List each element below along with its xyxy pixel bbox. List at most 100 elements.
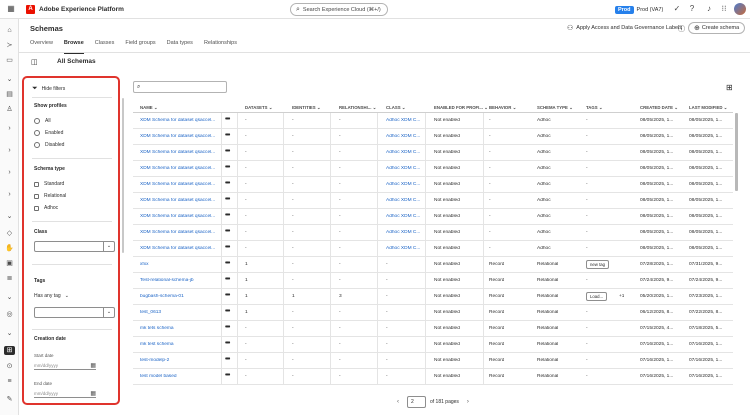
profile-option-disabled[interactable]: Disabled: [34, 142, 64, 148]
more-actions-icon[interactable]: •••: [225, 244, 230, 251]
panel-toggle-icon[interactable]: ◫: [31, 58, 38, 66]
global-search-input[interactable]: ⌕ Search Experience Cloud (⌘+/): [290, 3, 388, 16]
col-name-cell[interactable]: test_0613: [140, 310, 220, 315]
table-row[interactable]: ••• XDM Schema for dataset qsaccel... - - - A…: [133, 177, 733, 193]
apply-governance-labels-button[interactable]: ⚇ Apply Access and Data Governance Label…: [567, 24, 682, 32]
col-class-cell[interactable]: Adhoc XDM C...: [386, 182, 420, 187]
dashboard-icon[interactable]: ▤: [5, 90, 14, 99]
more-actions-icon[interactable]: •••: [225, 340, 230, 347]
database-icon[interactable]: ≡: [5, 377, 14, 386]
col-name-cell[interactable]: XDM Schema for dataset qsaccel...: [140, 118, 220, 123]
chevron-down-icon[interactable]: ⌄: [103, 308, 114, 317]
col-name-cell[interactable]: XDM Schema for dataset qsaccel...: [140, 214, 220, 219]
page-number-input[interactable]: 2: [407, 396, 426, 408]
schema-type-relational[interactable]: Relational: [34, 193, 66, 199]
table-row[interactable]: ••• Test-relational-schema-jb 1 - - - Not enab…: [133, 273, 733, 289]
workflow-icon[interactable]: ≻: [5, 41, 14, 50]
profile-icon[interactable]: ♙: [5, 105, 14, 114]
col-name-cell[interactable]: test-modelp-2: [140, 358, 220, 363]
tab-classes[interactable]: Classes: [95, 40, 115, 50]
more-actions-icon[interactable]: •••: [225, 260, 230, 267]
tags-mode-picker[interactable]: Has any tag ⌄: [34, 293, 69, 299]
home-icon[interactable]: ⌂: [5, 26, 14, 35]
schema-type-adhoc[interactable]: Adhoc: [34, 205, 58, 211]
chevron-right-icon[interactable]: ›: [467, 399, 469, 405]
tab-browse[interactable]: Browse: [63, 40, 84, 54]
col-class-cell[interactable]: Adhoc XDM C...: [386, 134, 420, 139]
col-name-cell[interactable]: Test-relational-schema-jb: [140, 278, 220, 283]
class-combobox[interactable]: ⌄: [34, 241, 115, 252]
lineage-icon[interactable]: ≣: [5, 274, 14, 283]
table-row[interactable]: ••• test_0613 1 - - - Not enabled Record Relatio…: [133, 305, 733, 321]
table-row[interactable]: ••• XDM Schema for dataset qsaccel... - - - A…: [133, 241, 733, 257]
table-row[interactable]: ••• test model based - - - - Not enabled Record…: [133, 369, 733, 385]
tags-combobox[interactable]: ⌄: [34, 307, 115, 318]
chevron-left-icon[interactable]: ‹: [397, 399, 399, 405]
radio-button[interactable]: [34, 118, 40, 124]
edit-icon[interactable]: ✎: [5, 395, 14, 404]
shield-icon[interactable]: ◇: [5, 229, 14, 238]
col-name-cell[interactable]: XDM Schema for dataset qsaccel...: [140, 182, 220, 187]
table-scrollbar[interactable]: [735, 113, 738, 191]
more-actions-icon[interactable]: •••: [225, 308, 230, 315]
hide-filters-button[interactable]: ⏷ Hide filters: [32, 85, 65, 93]
schema-search-input[interactable]: ⌕: [133, 81, 227, 93]
col-name-cell[interactable]: mk test schema: [140, 342, 220, 347]
more-actions-icon[interactable]: •••: [225, 196, 230, 203]
apps-grid-icon[interactable]: ⁝⁝: [719, 4, 729, 14]
table-row[interactable]: ••• mk tets schema - - - - Not enabled Record Re…: [133, 321, 733, 337]
profile-option-all[interactable]: All: [34, 118, 51, 124]
column-settings-icon[interactable]: ⊞: [726, 83, 733, 92]
table-row[interactable]: ••• bugbash-schema-01 1 1 3 - Not enabled Recor…: [133, 289, 733, 305]
table-row[interactable]: ••• test-modelp-2 - - - - Not enabled Record Rel…: [133, 353, 733, 369]
table-row[interactable]: ••• mk test schema - - - - Not enabled Record Re…: [133, 337, 733, 353]
col-name-cell[interactable]: XDM Schema for dataset qsaccel...: [140, 166, 220, 171]
col-name-cell[interactable]: bugbash-schema-01: [140, 294, 220, 299]
more-actions-icon[interactable]: •••: [225, 372, 230, 379]
more-actions-icon[interactable]: •••: [225, 164, 230, 171]
col-tags-header[interactable]: TAGS ⌄: [586, 105, 602, 111]
info-icon[interactable]: ⓘ: [678, 24, 685, 34]
schema-type-standard[interactable]: Standard: [34, 181, 64, 187]
expand-icon[interactable]: ›: [5, 168, 14, 177]
radio-button[interactable]: [34, 130, 40, 136]
filter-scrollbar[interactable]: [122, 98, 124, 253]
sandbox-switcher[interactable]: Prod Prod (VA7): [615, 4, 663, 15]
more-actions-icon[interactable]: •••: [225, 212, 230, 219]
col-identities-header[interactable]: IDENTITIES ⌄: [292, 105, 320, 111]
tab-data-types[interactable]: Data types: [167, 40, 193, 50]
catalog-icon[interactable]: ▣: [5, 259, 14, 268]
col-name-header[interactable]: NAME ⌄: [140, 105, 157, 111]
tag-chip[interactable]: new tag: [586, 260, 610, 269]
more-actions-icon[interactable]: •••: [225, 148, 230, 155]
col-relationships-header[interactable]: RELATIONSHI... ⌄: [339, 105, 376, 111]
privacy-icon[interactable]: ✋: [5, 244, 14, 253]
checkbox[interactable]: [34, 205, 39, 211]
more-actions-icon[interactable]: •••: [225, 116, 230, 123]
queries-icon[interactable]: ▭: [5, 56, 14, 65]
bell-icon[interactable]: ♪: [704, 4, 714, 14]
chevron-icon[interactable]: ⌄: [5, 293, 14, 302]
col-enabled-for-profile-header[interactable]: ENABLED FOR PROFI... ⌄: [434, 105, 488, 111]
chevron-icon[interactable]: ⌄: [5, 75, 14, 84]
table-row[interactable]: ••• XDM Schema for dataset qsaccel... - - - A…: [133, 145, 733, 161]
col-name-cell[interactable]: xfxx: [140, 262, 220, 267]
col-datasets-header[interactable]: DATASETS ⌄: [245, 105, 272, 111]
more-actions-icon[interactable]: •••: [225, 292, 230, 299]
end-date-input[interactable]: mm/dd/yyyy ▦: [34, 389, 96, 398]
col-class-cell[interactable]: Adhoc XDM C...: [386, 230, 420, 235]
col-name-cell[interactable]: XDM Schema for dataset qsaccel...: [140, 246, 220, 251]
tab-overview[interactable]: Overview: [30, 40, 53, 50]
expand-icon[interactable]: ›: [5, 146, 14, 155]
location-icon[interactable]: ⊙: [5, 362, 14, 371]
help-icon[interactable]: ?: [687, 4, 697, 14]
table-row[interactable]: ••• XDM Schema for dataset qsaccel... - - - A…: [133, 113, 733, 129]
calendar-icon[interactable]: ▦: [90, 362, 96, 369]
more-actions-icon[interactable]: •••: [225, 228, 230, 235]
more-actions-icon[interactable]: •••: [225, 276, 230, 283]
monitoring-icon[interactable]: ◎: [5, 310, 14, 319]
more-actions-icon[interactable]: •••: [225, 180, 230, 187]
table-row[interactable]: ••• xfxx 1 - - - Not enabled Record Relational ne…: [133, 257, 733, 273]
col-created-date-header[interactable]: CREATED DATE ⌄: [640, 105, 678, 111]
tag-overflow-count[interactable]: +1: [619, 294, 624, 299]
